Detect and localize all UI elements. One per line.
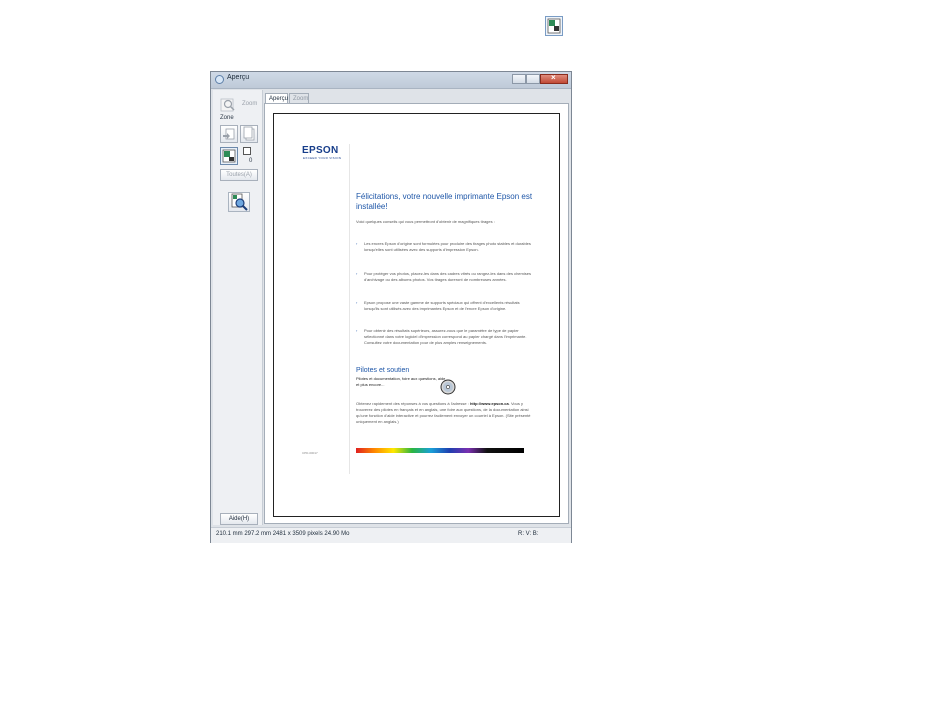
zone-copy-button[interactable] (220, 125, 238, 143)
marquee-button[interactable] (220, 147, 238, 165)
tool-panel: Zoom Zone 0 Toutes(A) Aide(H) (213, 90, 263, 525)
maximize-button[interactable] (526, 74, 540, 84)
help-button[interactable]: Aide(H) (220, 513, 258, 525)
document-title: Félicitations, votre nouvelle imprimante… (356, 192, 533, 211)
zone-label: Zone (220, 115, 234, 121)
status-bar: 210.1 mm 297.2 mm 2481 x 3509 pixels 24.… (211, 527, 571, 543)
tab-apercu[interactable]: Aperçu (265, 93, 288, 103)
preview-window: Aperçu × Zoom Zone 0 Toutes(A) Aide(H) A… (210, 71, 572, 543)
section-title: Pilotes et soutien (356, 367, 410, 374)
select-all-button[interactable]: Toutes(A) (220, 169, 258, 181)
app-icon (215, 75, 224, 84)
tab-zoom[interactable]: Zoom (289, 93, 309, 103)
bullet-icon: › (356, 300, 358, 305)
marquee-count: 0 (249, 158, 253, 164)
marquee-icon (222, 149, 236, 163)
contact-url: http://www.epson.ca (469, 401, 509, 406)
scan-size-info: 210.1 mm 297.2 mm 2481 x 3509 pixels 24.… (216, 531, 350, 537)
cd-icon (440, 379, 456, 395)
zone-delete-button[interactable] (240, 125, 258, 143)
contact-paragraph: Obtenez rapidement des réponses à vos qu… (356, 401, 531, 424)
color-spectrum-bar (356, 448, 524, 453)
epson-logo: EPSON (302, 145, 339, 156)
close-button[interactable]: × (540, 73, 568, 84)
bullet-icon: › (356, 241, 358, 246)
divider (349, 144, 350, 474)
preview-magnifier-icon (231, 193, 248, 211)
bullet-icon: › (356, 271, 358, 276)
scanned-page[interactable]: EPSON EXCEED YOUR VISION Félicitations, … (273, 113, 560, 517)
magnifier-icon (220, 98, 235, 112)
rgb-readout: R: V: B: (518, 531, 539, 537)
title-bar: Aperçu × (211, 72, 571, 89)
marquee-checkbox[interactable] (243, 147, 251, 155)
document-intro: Voici quelques conseils qui vous permett… (356, 219, 495, 224)
window-title: Aperçu (227, 74, 250, 81)
zoom-label: Zoom (242, 101, 258, 107)
document-code: CPD-00017 (302, 451, 318, 455)
zoom-button[interactable]: Zoom (219, 97, 258, 112)
preview-area[interactable]: EPSON EXCEED YOUR VISION Félicitations, … (264, 103, 569, 524)
logo-tagline: EXCEED YOUR VISION (303, 156, 342, 160)
section-subtitle: Pilotes et documentation, foire aux ques… (356, 376, 446, 387)
close-icon: × (551, 73, 556, 82)
minimize-button[interactable] (512, 74, 526, 84)
bullet-icon: › (356, 328, 358, 333)
copy-zone-icon (223, 128, 235, 140)
auto-preview-button[interactable] (228, 192, 250, 212)
page-icon (243, 126, 255, 141)
marquee-preview-icon (545, 16, 563, 36)
